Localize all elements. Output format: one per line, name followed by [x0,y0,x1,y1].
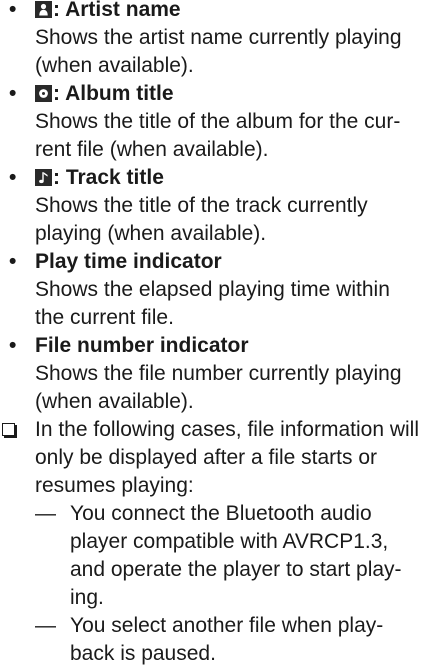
bullet: • [9,82,17,105]
note-checkbox-icon [2,423,15,436]
list-item-track-title: • : Track title Shows the title of the t… [0,164,421,248]
item-description: Shows the title of the album for the cur… [35,110,401,161]
artist-icon [35,1,52,18]
note: In the following cases, file information… [0,416,421,500]
item-title: File number indicator [35,334,249,357]
note-subitem: — You connect the Bluetooth audio player … [35,502,402,609]
list-item-file-number: • File number indicator Shows the file n… [0,332,421,416]
item-description: Shows the artist name currently playing … [35,26,402,77]
item-title: Play time indicator [35,250,222,273]
list-item-play-time: • Play time indicator Shows the elapsed … [0,248,421,332]
bullet: • [9,166,17,189]
dash: — [35,614,56,637]
note-icon [35,169,52,186]
list-item-artist-name: • : Artist name Shows the artist name cu… [0,0,421,80]
item-description: Shows the file number currently playing … [35,362,402,413]
bullet: • [9,250,17,273]
bullet: • [9,0,17,21]
note-text: In the following cases, file information… [35,418,420,497]
item-description: Shows the title of the track currently p… [35,194,368,245]
note-subitem: — You select another file when play-back… [35,614,384,665]
item-title: : Track title [35,164,421,192]
item-title: : Album title [35,80,421,108]
item-description: Shows the elapsed playing time within th… [35,278,390,329]
list-item-album-title: • : Album title Shows the title of the a… [0,80,421,164]
album-icon [35,85,52,102]
document-page: • : Artist name Shows the artist name cu… [0,0,421,668]
dash: — [35,502,56,525]
bullet: • [9,334,17,357]
item-title: : Artist name [35,0,421,24]
